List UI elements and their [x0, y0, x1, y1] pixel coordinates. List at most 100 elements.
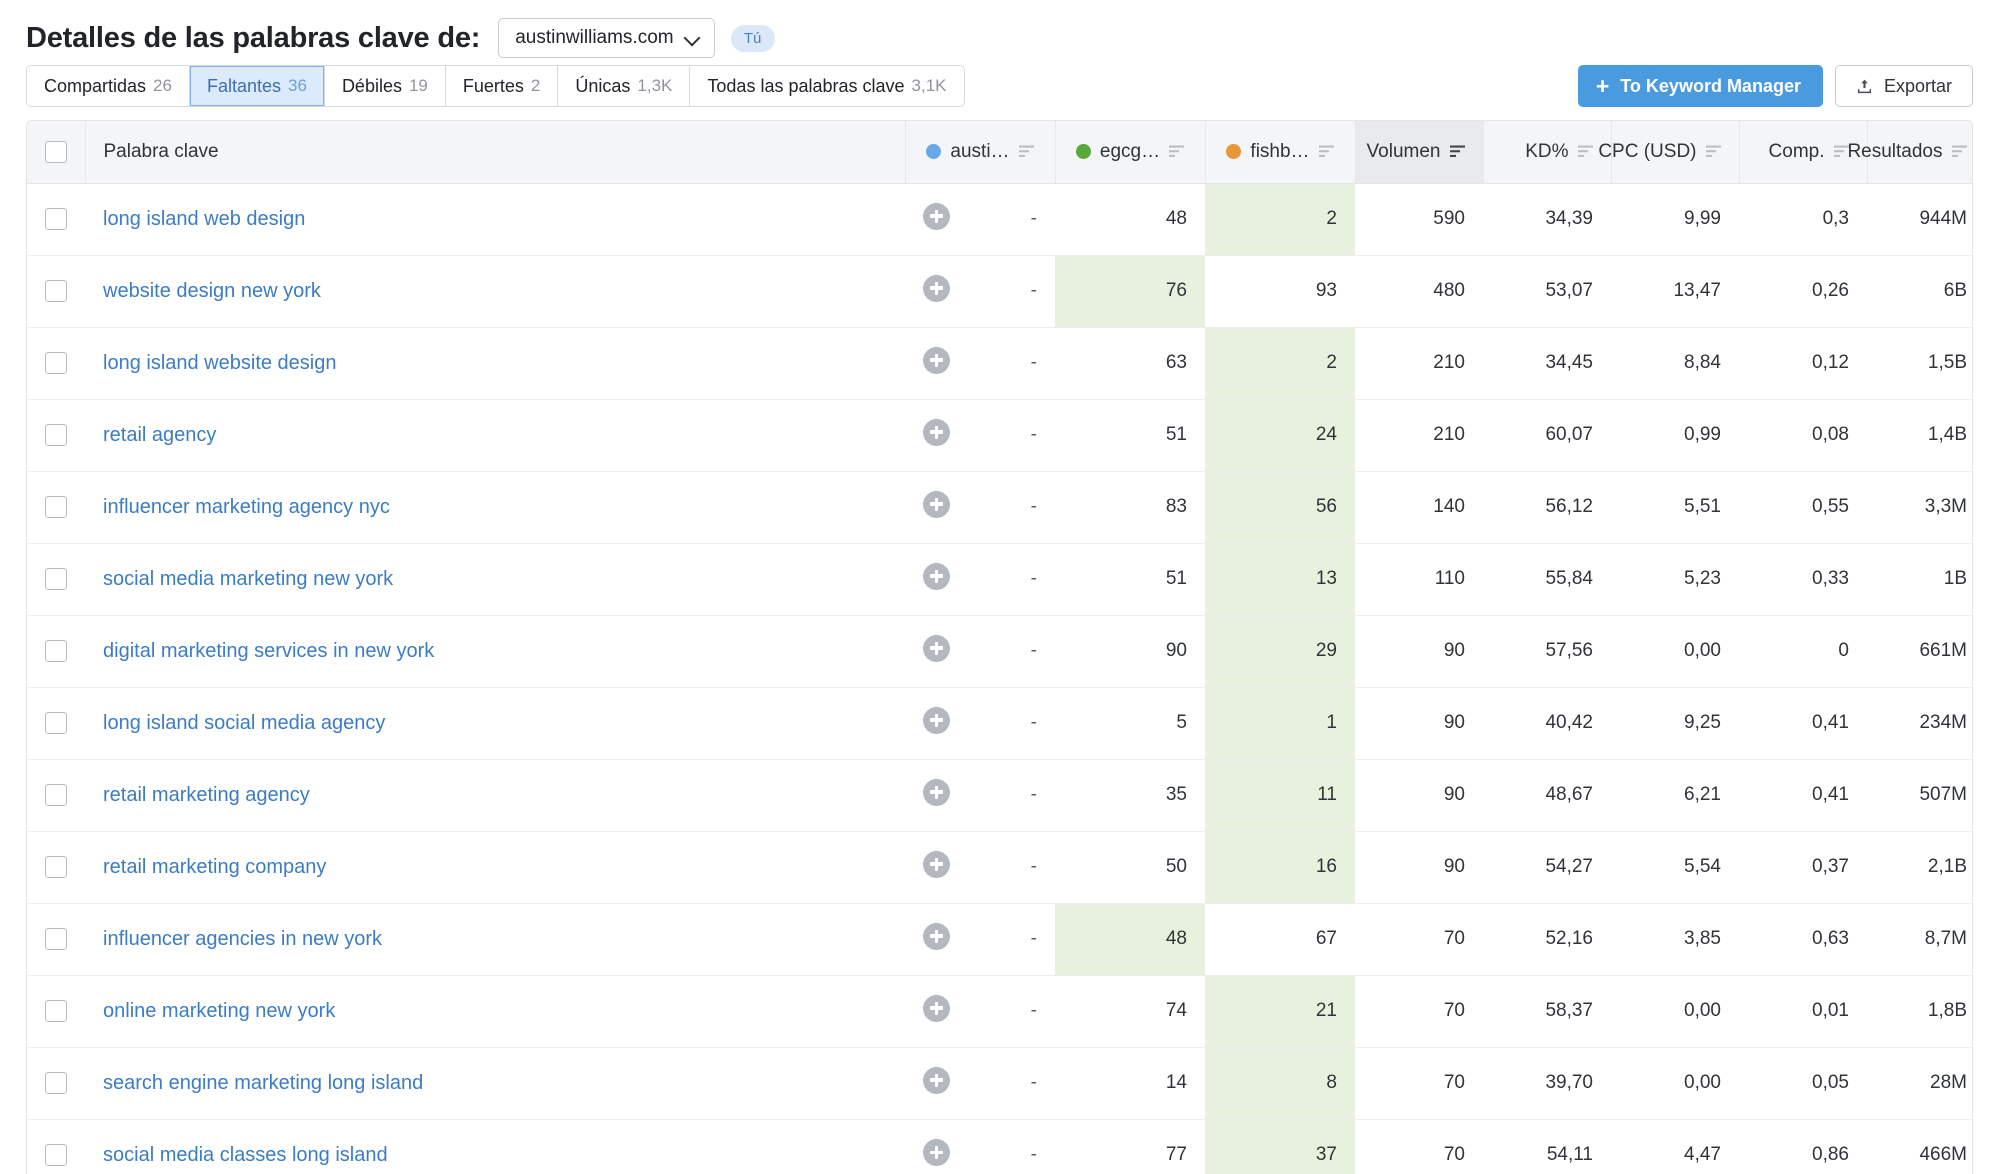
- add-keyword-button[interactable]: [923, 418, 950, 446]
- keyword-link[interactable]: influencer agencies in new york: [103, 928, 382, 950]
- cpc-cell: 0,00: [1611, 1047, 1739, 1120]
- table-row[interactable]: digital marketing services in new york -9…: [27, 615, 1972, 688]
- column-header-resultados[interactable]: Resultados: [1847, 121, 1972, 184]
- keyword-link[interactable]: social media marketing new york: [103, 568, 393, 590]
- column-header-kd[interactable]: KD%: [1483, 121, 1612, 184]
- sort-icon: [1951, 145, 1967, 158]
- add-keyword-button[interactable]: [923, 1138, 950, 1166]
- keyword-link[interactable]: retail marketing agency: [103, 784, 310, 806]
- keyword-link[interactable]: influencer marketing agency nyc: [103, 496, 390, 518]
- keyword-link[interactable]: website design new york: [103, 280, 321, 302]
- column-header-volumen[interactable]: Volumen: [1355, 121, 1484, 184]
- table-row[interactable]: retail agency -51 24 210 60,07 0,99 0,08 1,4B: [27, 399, 1972, 472]
- row-checkbox[interactable]: [45, 351, 67, 374]
- keyword-link[interactable]: search engine marketing long island: [103, 1072, 423, 1094]
- tab-faltantes[interactable]: Faltantes 36: [189, 66, 325, 106]
- domain-3-position-cell: 2: [1205, 183, 1355, 256]
- kd-cell: 55,84: [1483, 543, 1611, 616]
- keyword-link[interactable]: long island social media agency: [103, 712, 385, 734]
- domain-label: austi…: [950, 140, 1010, 162]
- add-keyword-button[interactable]: [923, 562, 950, 590]
- table-row[interactable]: online marketing new york -74 21 70 58,37 0,0…: [27, 975, 1972, 1048]
- table-row[interactable]: influencer agencies in new york -48 67 70 52…: [27, 903, 1972, 976]
- keyword-link[interactable]: long island website design: [103, 352, 337, 374]
- add-keyword-button[interactable]: [923, 850, 950, 878]
- table-row[interactable]: retail marketing company -50 16 90 54,27 5,54…: [27, 831, 1972, 904]
- cpc-cell: 5,54: [1611, 831, 1739, 904]
- row-checkbox[interactable]: [45, 855, 67, 878]
- keyword-cell: long island social media agency: [85, 687, 905, 760]
- add-keyword-button[interactable]: [923, 706, 950, 734]
- cpc-cell: 6,21: [1611, 759, 1739, 832]
- row-checkbox[interactable]: [45, 495, 67, 518]
- row-checkbox[interactable]: [45, 927, 67, 950]
- tab-nicas[interactable]: Únicas 1,3K: [558, 66, 691, 106]
- keyword-link[interactable]: digital marketing services in new york: [103, 640, 434, 662]
- table-row[interactable]: long island web design -48 2 590 34,39 9,99 0,…: [27, 183, 1972, 256]
- keyword-link[interactable]: long island web design: [103, 208, 305, 230]
- row-checkbox[interactable]: [45, 639, 67, 662]
- column-header-domain-3[interactable]: fishb…: [1205, 121, 1356, 184]
- tab-compartidas[interactable]: Compartidas 26: [27, 66, 190, 106]
- row-select-cell: [27, 1047, 85, 1120]
- row-select-cell: [27, 831, 85, 904]
- sort-icon: [1169, 145, 1185, 158]
- tab-d-biles[interactable]: Débiles 19: [324, 66, 446, 106]
- row-checkbox[interactable]: [45, 567, 67, 590]
- volumen-cell: 90: [1355, 831, 1483, 904]
- add-keyword-button[interactable]: [923, 778, 950, 806]
- to-keyword-manager-button[interactable]: + To Keyword Manager: [1577, 65, 1823, 107]
- comp-cell: 0,63: [1739, 903, 1867, 976]
- add-keyword-button[interactable]: [923, 1066, 950, 1094]
- domain-3-position-cell: 8: [1205, 1047, 1355, 1120]
- keyword-link[interactable]: retail marketing company: [103, 856, 326, 878]
- add-keyword-button[interactable]: [923, 922, 950, 950]
- add-keyword-button[interactable]: [923, 346, 950, 374]
- keyword-link[interactable]: retail agency: [103, 424, 216, 446]
- add-keyword-button[interactable]: [923, 994, 950, 1022]
- table-row[interactable]: retail marketing agency -35 11 90 48,67 6,21 0…: [27, 759, 1972, 832]
- select-all-header: [27, 121, 86, 184]
- export-button[interactable]: Exportar: [1834, 65, 1973, 107]
- domain-3-position-cell: 67: [1205, 903, 1355, 976]
- table-row[interactable]: social media marketing new york -51 13 110 5…: [27, 543, 1972, 616]
- table-row[interactable]: long island social media agency -5 1 90 40,4…: [27, 687, 1972, 760]
- row-checkbox[interactable]: [45, 207, 67, 230]
- domain-select[interactable]: austinwilliams.com: [498, 18, 715, 58]
- column-header-cpc[interactable]: CPC (USD): [1598, 121, 1740, 184]
- row-checkbox[interactable]: [45, 999, 67, 1022]
- select-all-checkbox[interactable]: [44, 140, 67, 163]
- tab-fuertes[interactable]: Fuertes 2: [445, 66, 559, 106]
- table-row[interactable]: search engine marketing long island -14 8 7…: [27, 1047, 1972, 1120]
- row-checkbox[interactable]: [45, 1071, 67, 1094]
- table-row[interactable]: website design new york -76 93 480 53,07 13,4…: [27, 255, 1972, 328]
- resultados-cell: 234M: [1867, 687, 1972, 760]
- add-keyword-button[interactable]: [923, 634, 950, 662]
- sort-icon: [1318, 145, 1334, 158]
- row-checkbox[interactable]: [45, 423, 67, 446]
- row-checkbox[interactable]: [45, 1144, 67, 1167]
- add-keyword-button[interactable]: [923, 274, 950, 302]
- resultados-cell: 8,7M: [1867, 903, 1972, 976]
- comp-cell: 0,05: [1739, 1047, 1867, 1120]
- column-header-keyword[interactable]: Palabra clave: [85, 121, 905, 184]
- tab-label: Compartidas: [44, 75, 147, 96]
- row-checkbox[interactable]: [45, 279, 67, 302]
- table-row[interactable]: influencer marketing agency nyc -83 56 140 5…: [27, 471, 1972, 544]
- row-checkbox[interactable]: [45, 711, 67, 734]
- table-row[interactable]: social media classes long island -77 37 70 5…: [27, 1119, 1972, 1174]
- add-keyword-button[interactable]: [923, 202, 950, 230]
- column-header-domain-2[interactable]: egcg…: [1055, 121, 1206, 184]
- add-keyword-button[interactable]: [923, 490, 950, 518]
- row-checkbox[interactable]: [45, 783, 67, 806]
- keyword-link[interactable]: social media classes long island: [103, 1144, 388, 1166]
- domain-2-position-cell: 76: [1055, 255, 1205, 328]
- keyword-cell: retail agency: [85, 399, 905, 472]
- table-row[interactable]: long island website design -63 2 210 34,45 8,…: [27, 327, 1972, 400]
- column-header-domain-1[interactable]: austi…: [905, 121, 1056, 184]
- domain-2-position-cell: 83: [1055, 471, 1205, 544]
- tab-todas-las-palabras-clave[interactable]: Todas las palabras clave 3,1K: [690, 66, 964, 106]
- domain-label: egcg…: [1099, 140, 1161, 162]
- cpc-cell: 3,85: [1611, 903, 1739, 976]
- keyword-link[interactable]: online marketing new york: [103, 1000, 335, 1022]
